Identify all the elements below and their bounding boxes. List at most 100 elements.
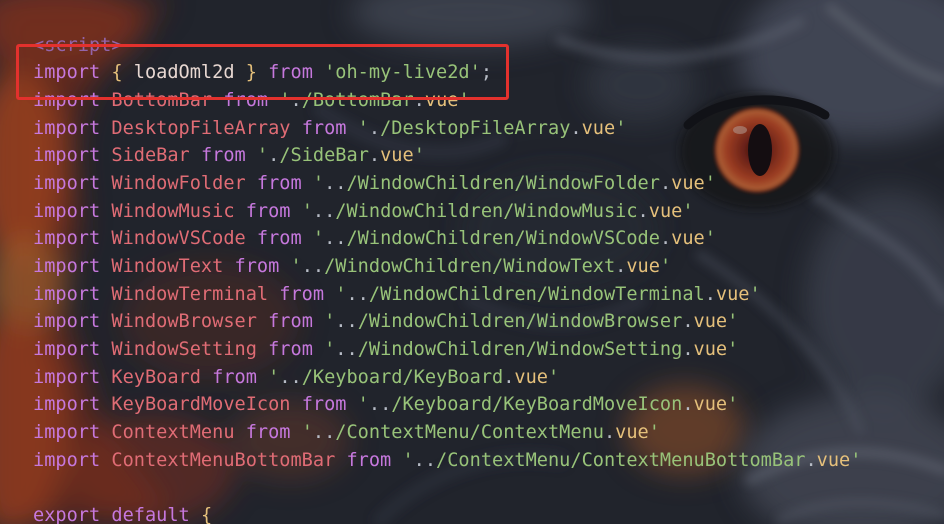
code-ident: DesktopFileArray [111,117,302,139]
code-line[interactable]: import KeyBoard from '../Keyboard/KeyBoa… [33,364,933,392]
code-ext: vue [581,117,616,139]
code-line[interactable]: import WindowVSCode from '../WindowChild… [33,225,933,253]
code-tag: <script> [33,34,123,56]
code-string: /DesktopFileArray [380,117,571,139]
code-keyword: import [33,172,112,194]
code-punct: .. [312,422,336,444]
code-ident: WindowVSCode [111,228,257,250]
code-punct: .. [368,394,392,416]
code-line[interactable]: import WindowSetting from '../WindowChil… [33,336,933,364]
code-string: /WindowChildren/WindowTerminal [368,283,705,305]
code-punct: . [805,449,817,471]
code-string: ' [335,283,347,305]
code-named: loadOml2d [133,62,246,84]
code-ident: SideBar [111,145,201,167]
code-string: /WindowChildren/WindowText [324,256,616,277]
code-line[interactable]: import KeyBoardMoveIcon from '../Keyboar… [33,391,933,419]
code-line[interactable] [33,475,933,503]
code-brace: } [245,62,269,84]
code-string: ' [268,366,280,388]
code-keyword: import [33,256,112,277]
code-line[interactable]: import SideBar from './SideBar.vue' [33,142,933,170]
code-punct: .. [346,283,369,305]
code-string: /SideBar [279,145,369,167]
code-punct: . [615,256,627,277]
code-punct: .. [335,339,358,361]
code-ident: BottomBar [111,89,224,111]
code-punct: . [503,366,515,388]
code-line[interactable]: import WindowFolder from '../WindowChild… [33,170,933,198]
code-punct: . [637,200,649,222]
code-string: /ContextMenu/ContextMenu [335,422,604,444]
code-keyword: from [245,200,302,222]
code-string: /WindowChildren/WindowMusic [335,200,638,222]
code-string: ' [458,89,470,111]
code-string: /BottomBar [301,89,414,111]
code-ext: vue [380,145,414,167]
code-ext: vue [424,89,459,111]
code-line[interactable]: import ContextMenuBottomBar from '../Con… [33,447,933,475]
code-keyword: import [33,366,112,388]
code-string: 'oh-my-live2d' [324,62,481,84]
code-string: ' [682,200,694,222]
code-punct: . [570,117,582,139]
code-punct: . [704,283,716,305]
code-line[interactable]: import WindowMusic from '../WindowChildr… [33,198,933,226]
code-string: ' [704,228,716,250]
code-punct: .. [413,449,437,471]
code-keyword: import [33,89,112,111]
code-keyword: import [33,228,112,250]
code-string: /WindowChildren/WindowBrowser [357,311,683,333]
code-punct: . [682,311,694,333]
code-punct: .. [279,366,302,388]
code-ext: vue [514,366,548,388]
code-line[interactable]: import WindowBrowser from '../WindowChil… [33,308,933,336]
code-keyword: from [234,256,291,277]
code-line[interactable]: import DesktopFileArray from './DesktopF… [33,115,933,143]
code-punct: . [368,117,381,139]
code-text[interactable]: <script> import { loadOml2d } from 'oh-my… [33,32,933,524]
code-string: ' [727,311,739,333]
code-keyword: import [33,200,112,222]
code-ext: vue [626,256,660,277]
code-ident: WindowMusic [111,200,246,222]
code-string: ' [301,200,313,222]
code-ext: vue [671,172,705,194]
code-ident: WindowTerminal [111,283,280,305]
code-keyword: import [33,117,112,139]
code-string: ' [615,117,627,139]
code-string: /WindowChildren/WindowSetting [357,339,683,361]
code-string: ' [704,172,716,194]
code-ext: vue [671,228,705,250]
code-ident: ContextMenu [111,422,246,444]
code-string: ' [850,449,862,471]
code-punct: .. [312,200,336,222]
code-line[interactable]: <script> [33,32,933,60]
code-line[interactable]: import BottomBar from './BottomBar.vue' [33,87,933,115]
code-string: ' [659,256,672,277]
code-line[interactable]: import { loadOml2d } from 'oh-my-live2d'… [33,59,933,87]
code-ext: vue [693,311,728,333]
code-ident: WindowText [111,256,235,277]
code-string: ' [301,422,313,444]
code-ident: KeyBoardMoveIcon [111,394,302,416]
code-string: ' [357,394,369,416]
code-line[interactable]: import WindowTerminal from '../WindowChi… [33,281,933,309]
code-keyword: import [33,339,112,361]
code-keyword: from [301,394,358,416]
code-ident: ContextMenuBottomBar [111,449,347,471]
code-ext: vue [693,394,728,416]
code-string: ' [312,228,325,250]
code-line[interactable]: export default { [33,502,933,524]
code-punct: . [268,145,280,167]
code-keyword: from [223,89,280,111]
code-punct: . [290,89,302,111]
code-keyword: export [33,505,112,524]
code-editor[interactable]: <script> import { loadOml2d } from 'oh-my… [0,0,944,524]
code-line[interactable]: import ContextMenu from '../ContextMenu/… [33,419,933,447]
code-keyword: import [33,145,112,167]
code-string: ' [727,339,739,361]
code-ident: WindowBrowser [111,311,269,333]
code-line[interactable]: import WindowText from '../WindowChildre… [33,253,933,281]
editor-window: <script> import { loadOml2d } from 'oh-my… [0,0,944,524]
